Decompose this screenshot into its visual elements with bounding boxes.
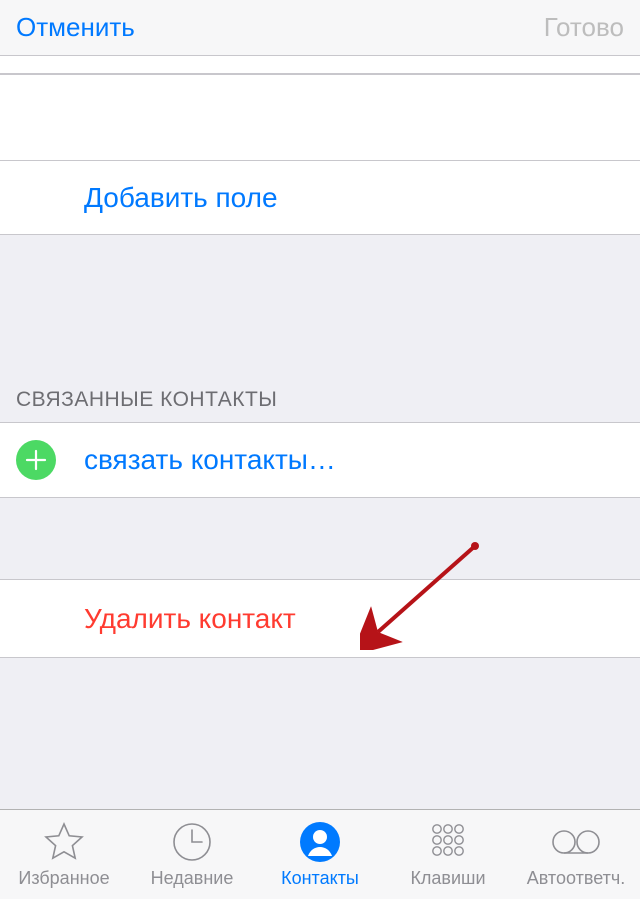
tab-recents[interactable]: Недавние [128, 820, 256, 889]
spacer [0, 235, 640, 313]
link-contacts-row[interactable]: связать контакты… [0, 423, 640, 498]
link-contacts-label: связать контакты… [84, 444, 336, 476]
tab-voicemail[interactable]: Автоответч. [512, 820, 640, 889]
clock-icon [170, 820, 214, 864]
spacer [0, 498, 640, 580]
top-spacer-row [0, 56, 640, 74]
voicemail-icon [548, 820, 604, 864]
star-icon [42, 820, 86, 864]
done-button[interactable]: Готово [544, 12, 624, 43]
delete-contact-row[interactable]: Удалить контакт [0, 580, 640, 658]
delete-contact-label: Удалить контакт [84, 603, 296, 635]
spacer [0, 658, 640, 761]
add-field-label: Добавить поле [84, 182, 278, 214]
tab-contacts[interactable]: Контакты [256, 820, 384, 889]
keypad-icon [426, 820, 470, 864]
header-bar: Отменить Готово [0, 0, 640, 56]
tab-contacts-label: Контакты [281, 868, 359, 889]
tab-favorites-label: Избранное [18, 868, 109, 889]
tab-favorites[interactable]: Избранное [0, 820, 128, 889]
contacts-icon [298, 820, 342, 864]
tab-recents-label: Недавние [151, 868, 234, 889]
linked-contacts-title: СВЯЗАННЫЕ КОНТАКТЫ [0, 313, 640, 423]
plus-icon [16, 440, 56, 480]
tab-voicemail-label: Автоответч. [527, 868, 625, 889]
tab-bar: Избранное Недавние Контакты Кла [0, 809, 640, 899]
add-field-row[interactable]: Добавить поле [0, 160, 640, 235]
tab-keypad-label: Клавиши [410, 868, 485, 889]
cancel-button[interactable]: Отменить [16, 12, 135, 43]
spacer-white [0, 74, 640, 160]
tab-keypad[interactable]: Клавиши [384, 820, 512, 889]
